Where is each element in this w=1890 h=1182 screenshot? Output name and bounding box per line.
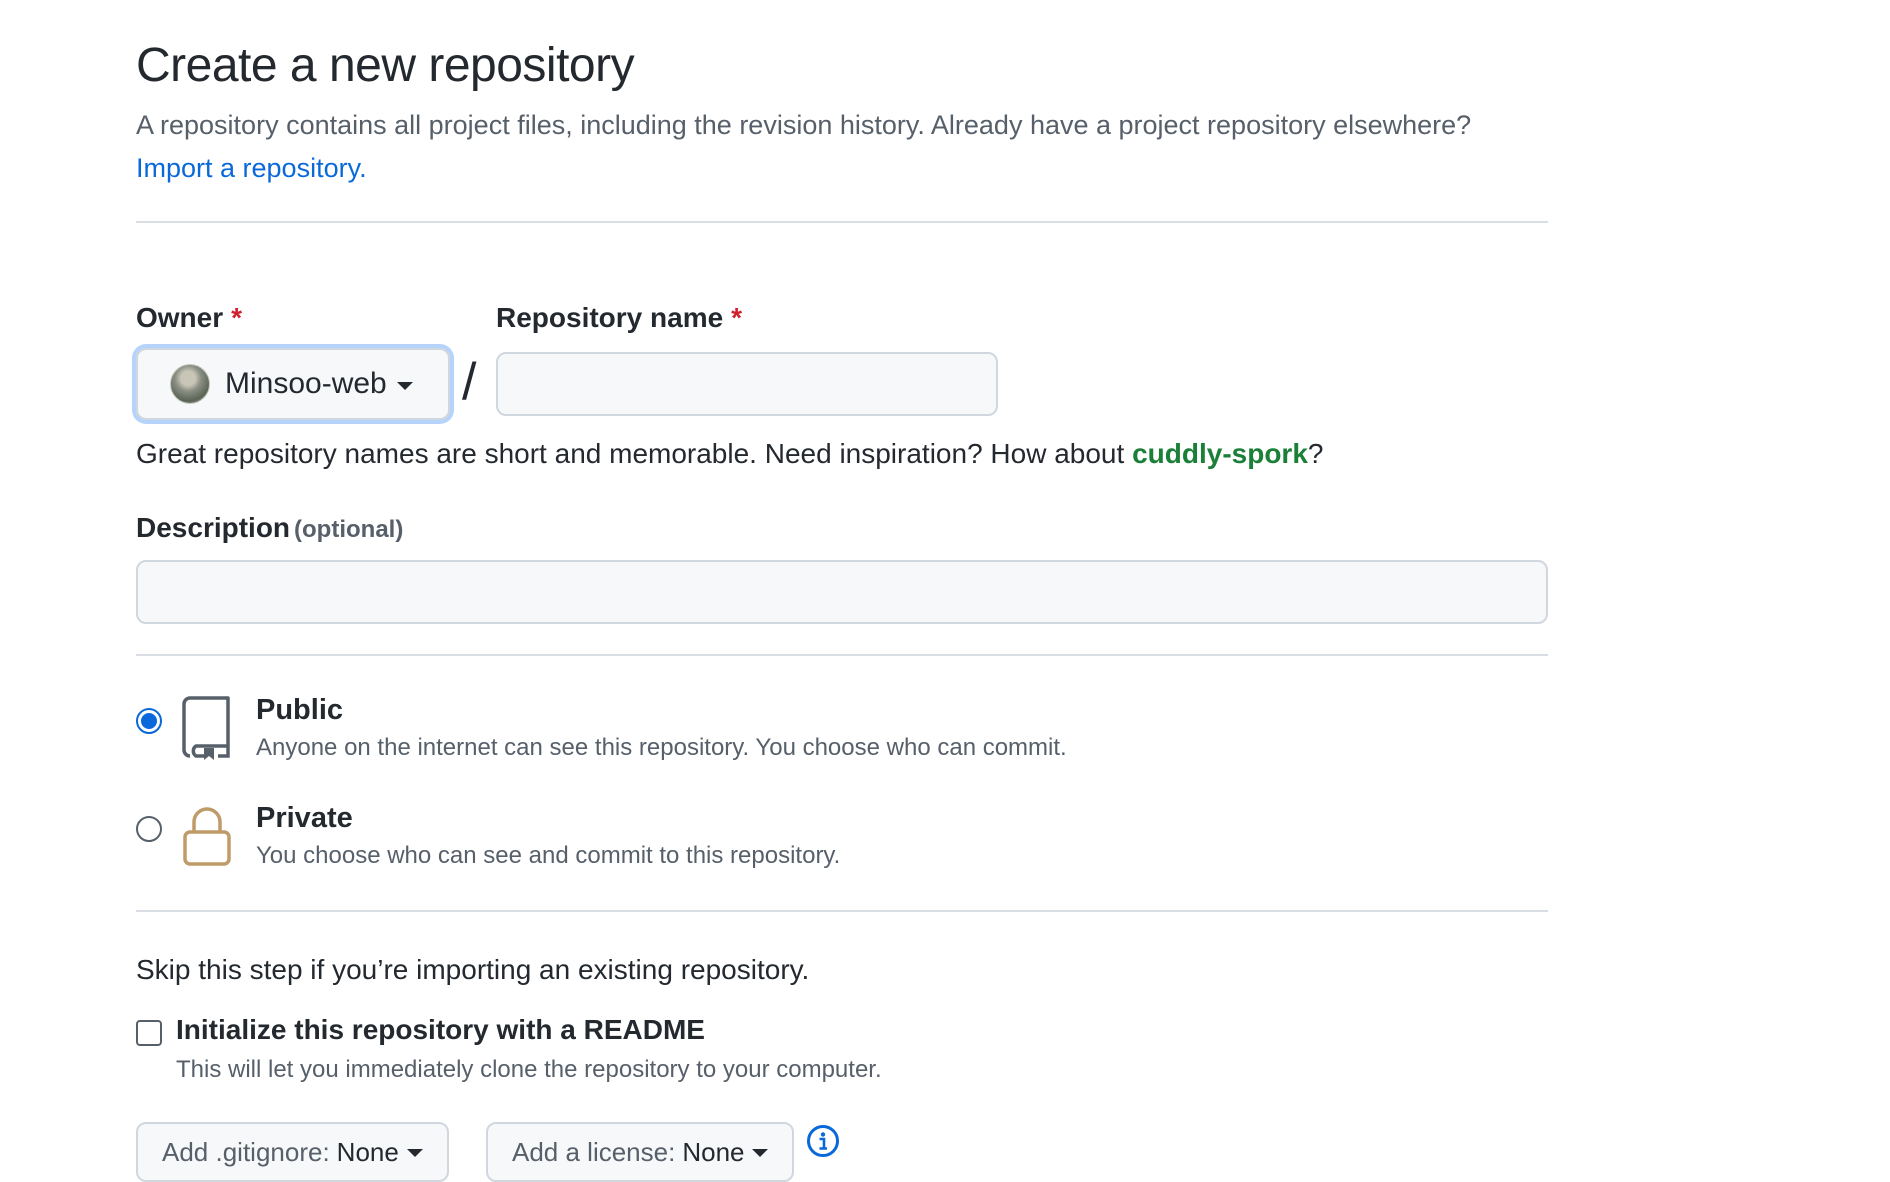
owner-label-text: Owner [136, 302, 224, 333]
owner-required-mark: * [231, 302, 243, 333]
name-suggestion[interactable]: cuddly-spork [1132, 438, 1308, 469]
subtitle-text: A repository contains all project files,… [136, 110, 1472, 140]
divider [136, 654, 1548, 656]
visibility-option-public[interactable]: Public Anyone on the internet can see th… [136, 694, 1336, 774]
lock-icon [183, 807, 231, 866]
readme-checkbox[interactable] [136, 1020, 162, 1046]
description-optional: (optional) [294, 516, 404, 543]
repository-name-label: Repository name * [496, 302, 742, 334]
gitignore-select-button[interactable]: Add .gitignore: None [136, 1122, 449, 1182]
description-input[interactable] [136, 560, 1548, 624]
gitignore-label: Add .gitignore: [162, 1136, 330, 1167]
private-title: Private [256, 802, 353, 834]
repository-name-label-text: Repository name [496, 302, 724, 333]
import-repository-link[interactable]: Import a repository. [136, 153, 367, 183]
private-radio[interactable] [136, 816, 162, 842]
caret-down-icon [406, 1149, 423, 1157]
private-description: You choose who can see and commit to thi… [256, 842, 841, 869]
caret-down-icon [752, 1149, 769, 1157]
owner-select-button[interactable]: Minsoo-web [136, 348, 450, 420]
description-label: Description (optional) [136, 512, 403, 544]
hint-text: Great repository names are short and mem… [136, 438, 1125, 469]
repository-name-input[interactable] [496, 352, 998, 416]
repo-icon [182, 696, 230, 760]
license-label: Add a license: [512, 1136, 676, 1167]
divider [136, 910, 1548, 912]
license-value: None [682, 1136, 745, 1167]
owner-label: Owner * [136, 302, 242, 334]
readme-description: This will let you immediately clone the … [176, 1056, 882, 1083]
info-icon[interactable] [806, 1124, 840, 1158]
caret-down-icon [396, 382, 413, 390]
readme-label[interactable]: Initialize this repository with a README [176, 1014, 705, 1046]
repository-name-hint: Great repository names are short and mem… [136, 438, 1323, 470]
divider [136, 221, 1548, 223]
license-select-button[interactable]: Add a license: None [486, 1122, 795, 1182]
public-title: Public [256, 694, 344, 726]
public-radio[interactable] [136, 708, 162, 734]
description-label-text: Description [136, 512, 291, 543]
avatar [170, 364, 210, 404]
gitignore-value: None [336, 1136, 399, 1167]
owner-name: Minsoo-web [225, 367, 387, 400]
hint-suffix: ? [1307, 438, 1324, 469]
skip-step-text: Skip this step if you’re importing an ex… [136, 954, 810, 985]
owner-repo-separator: / [462, 353, 477, 411]
repository-name-required-mark: * [731, 302, 743, 333]
page-title: Create a new repository [136, 39, 635, 92]
visibility-option-private[interactable]: Private You choose who can see and commi… [136, 802, 1336, 882]
public-description: Anyone on the internet can see this repo… [256, 734, 1067, 761]
page-subtitle: A repository contains all project files,… [136, 104, 1536, 190]
